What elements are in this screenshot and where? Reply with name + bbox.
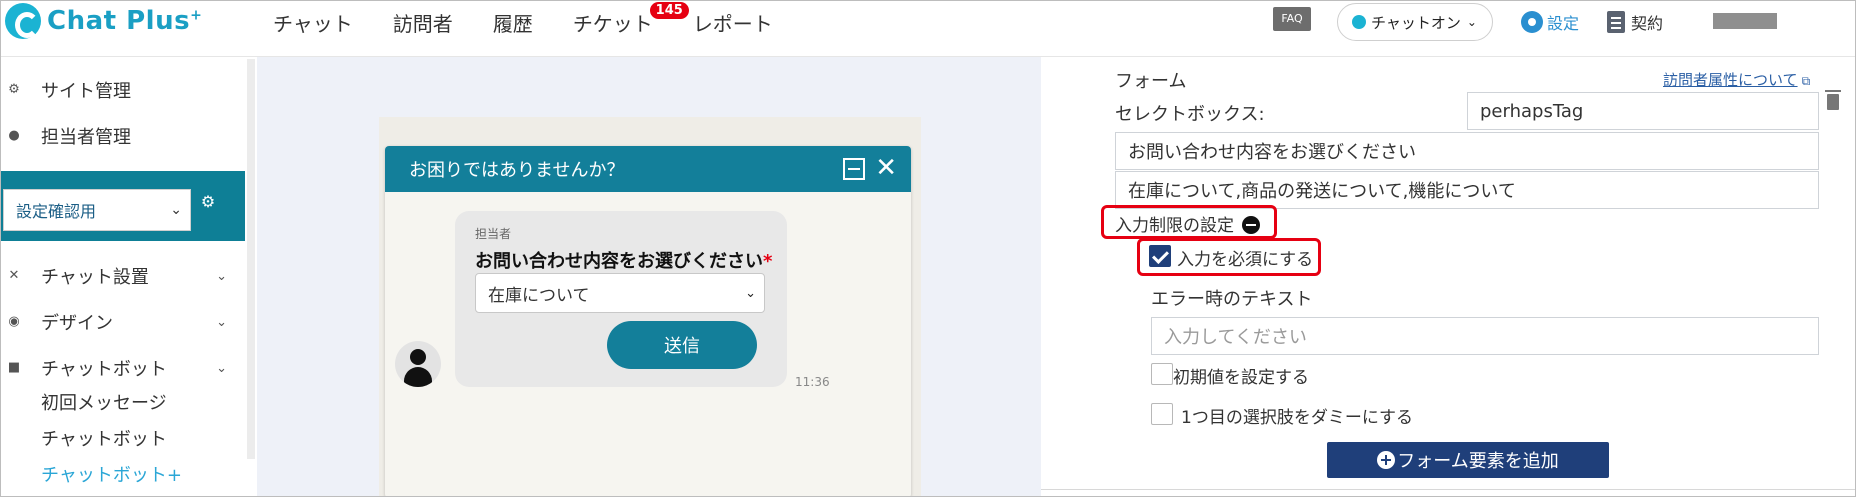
gear-icon: ⚙	[8, 82, 20, 97]
sidebar: ⚙ サイト管理 ● 担当者管理 設定確認用 ⌄ ⚙ ✕ チャット設置 ⌄ ◉ デ…	[1, 57, 245, 496]
widget-title: お困りではありませんか？	[409, 160, 625, 181]
chevron-down-icon: ⌄	[216, 268, 227, 284]
sidebar-item-site-admin[interactable]: ⚙ サイト管理	[1, 77, 231, 103]
chat-logo-icon	[5, 3, 41, 39]
brand-name: Chat Plus+	[47, 6, 203, 36]
chevron-down-icon: ⌄	[745, 285, 756, 301]
sidebar-item-design[interactable]: ◉ デザイン ⌄	[1, 309, 231, 335]
dummy-option-label: 1つ目の選択肢をダミーにする	[1181, 408, 1413, 428]
sidebar-item-label: サイト管理	[41, 81, 131, 102]
close-icon[interactable]: ✕	[875, 155, 897, 181]
nav-visitors[interactable]: 訪問者	[393, 8, 453, 37]
settings-link[interactable]: 設定	[1521, 10, 1579, 34]
divider	[1041, 489, 1855, 490]
agent-avatar	[395, 341, 441, 387]
nav-tickets[interactable]: チケット 145	[573, 1, 689, 37]
brand-logo[interactable]: Chat Plus+	[5, 3, 202, 39]
external-link-icon: ⧉	[1801, 74, 1811, 88]
document-icon	[1607, 11, 1625, 33]
sidebar-scrollbar[interactable]	[247, 59, 255, 459]
widget-header: お困りではありませんか？ ✕	[385, 146, 911, 192]
sidebar-item-label: デザイン	[41, 313, 113, 334]
form-section-label: フォーム	[1115, 71, 1187, 92]
required-checkbox-label: 入力を必須にする	[1177, 250, 1314, 270]
dummy-option-checkbox[interactable]	[1151, 403, 1173, 425]
visitor-attributes-link[interactable]: 訪問者属性について ⧉	[1663, 69, 1810, 90]
nav-report[interactable]: レポート	[693, 8, 773, 37]
input-limit-setting[interactable]: 入力制限の設定	[1115, 211, 1260, 236]
collapse-minus-icon[interactable]	[1242, 216, 1260, 234]
nav-chat[interactable]: チャット	[273, 8, 353, 37]
user-gear-icon: ●	[8, 128, 20, 143]
sidebar-item-label: チャットボット	[41, 359, 167, 380]
add-form-element-button[interactable]: フォーム要素を追加	[1327, 442, 1609, 478]
site-select[interactable]: 設定確認用 ⌄	[3, 189, 191, 231]
sidebar-item-chat-setup[interactable]: ✕ チャット設置 ⌄	[1, 263, 231, 289]
status-label: チャットオン	[1371, 13, 1461, 32]
bot-message-bubble: 担当者 お問い合わせ内容をお選びください* 在庫について ⌄ 送信	[455, 211, 787, 387]
app-frame: Chat Plus+ チャット 訪問者 履歴 チケット 145 レポート FAQ …	[0, 0, 1856, 497]
site-settings-gear-icon[interactable]: ⚙	[199, 193, 217, 211]
answer-select-value: 在庫について	[488, 285, 590, 306]
main-nav: チャット 訪問者 履歴 チケット 145 レポート	[273, 1, 813, 43]
error-text-input[interactable]: 入力してください	[1151, 317, 1819, 355]
send-button[interactable]: 送信	[607, 321, 757, 369]
initial-value-checkbox[interactable]	[1151, 363, 1173, 385]
required-checkbox[interactable]	[1149, 245, 1171, 267]
contract-label: 契約	[1631, 14, 1664, 33]
add-form-element-label: フォーム要素を追加	[1397, 451, 1559, 472]
chevron-down-icon: ⌄	[170, 202, 182, 218]
faq-button[interactable]: FAQ	[1273, 7, 1311, 31]
trash-icon[interactable]	[1825, 90, 1841, 110]
sidebar-subitem-chatbot[interactable]: チャットボット	[41, 425, 167, 451]
minimize-icon[interactable]	[843, 158, 865, 180]
nav-history[interactable]: 履歴	[493, 8, 533, 37]
tools-icon: ✕	[8, 268, 20, 283]
sidebar-item-chatbot[interactable]: ■ チャットボット ⌄	[1, 355, 231, 381]
top-header: Chat Plus+ チャット 訪問者 履歴 チケット 145 レポート FAQ …	[1, 1, 1855, 57]
chevron-down-icon: ⌄	[1466, 15, 1477, 29]
initial-value-label: 初期値を設定する	[1173, 368, 1309, 388]
user-menu[interactable]	[1713, 13, 1777, 29]
chevron-down-icon: ⌄	[216, 360, 227, 376]
ticket-count-badge: 145	[649, 1, 689, 19]
gear-icon	[1521, 11, 1543, 33]
message-timestamp: 11:36	[795, 375, 830, 389]
chat-status-dropdown[interactable]: チャットオン ⌄	[1337, 3, 1493, 41]
plus-circle-icon	[1377, 451, 1396, 469]
settings-label: 設定	[1547, 14, 1580, 33]
question-text: お問い合わせ内容をお選びください*	[475, 251, 773, 272]
contract-link[interactable]: 契約	[1607, 10, 1663, 34]
sidebar-subitem-first-message[interactable]: 初回メッセージ	[41, 389, 167, 415]
sidebar-item-label: チャット設置	[41, 267, 149, 288]
options-input[interactable]: 在庫について,商品の発送について,機能について	[1115, 171, 1819, 209]
online-status-icon	[1352, 15, 1366, 29]
chat-bubble-icon: ■	[7, 360, 21, 375]
sidebar-item-agent-admin[interactable]: ● 担当者管理	[1, 123, 231, 149]
palette-icon: ◉	[8, 314, 20, 329]
selectbox-label: セレクトボックス:	[1115, 104, 1265, 125]
sidebar-item-label: 担当者管理	[41, 127, 131, 148]
error-text-label: エラー時のテキスト	[1151, 289, 1313, 310]
question-text-input[interactable]: お問い合わせ内容をお選びください	[1115, 132, 1819, 170]
tag-name-input[interactable]: perhapsTag	[1467, 92, 1819, 130]
agent-label: 担当者	[475, 227, 512, 241]
sidebar-subitem-chatbot-plus[interactable]: チャットボット+	[41, 461, 182, 487]
site-select-value: 設定確認用	[16, 202, 97, 221]
answer-select[interactable]: 在庫について ⌄	[475, 273, 765, 313]
chevron-down-icon: ⌄	[216, 314, 227, 330]
